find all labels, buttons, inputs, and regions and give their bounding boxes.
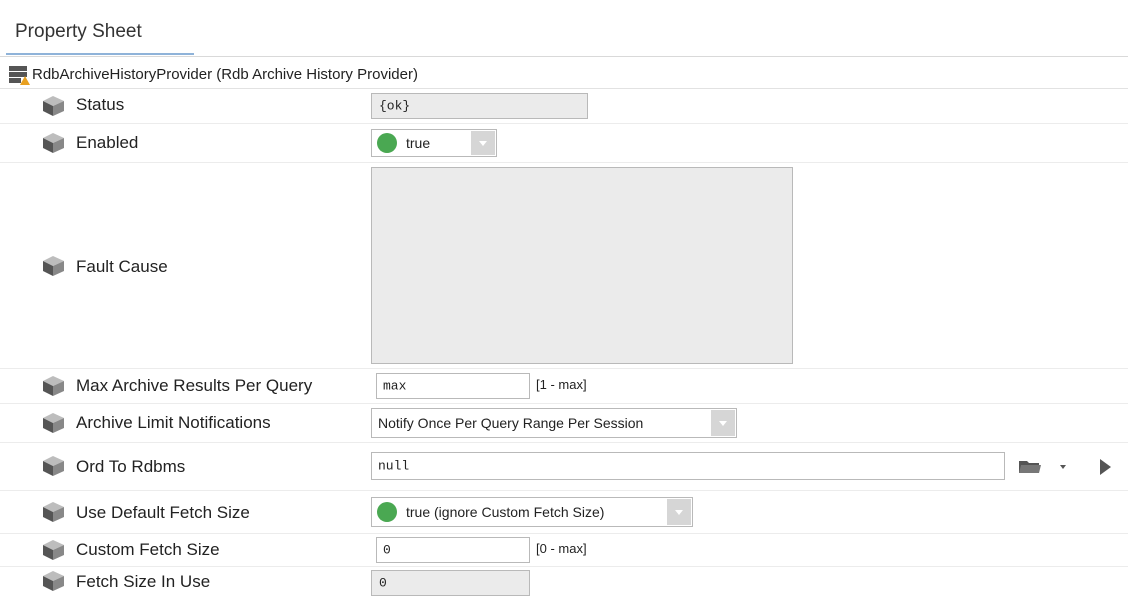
property-row-custom-fetch: Custom Fetch Size 0 [0 - max]: [0, 534, 1128, 567]
status-dot: [377, 502, 397, 522]
cube-icon: [43, 256, 64, 276]
range-hint: [0 - max]: [536, 541, 587, 556]
property-label: Fault Cause: [76, 257, 168, 276]
property-row-status: Status {ok}: [0, 89, 1128, 124]
property-row-limit-notifications: Archive Limit Notifications Notify Once …: [0, 404, 1128, 443]
use-default-fetch-select[interactable]: true (ignore Custom Fetch Size): [371, 497, 693, 527]
cube-icon: [43, 376, 64, 396]
property-label: Enabled: [76, 133, 139, 152]
cube-icon: [43, 133, 64, 153]
custom-fetch-input[interactable]: 0: [376, 537, 530, 563]
property-label: Custom Fetch Size: [76, 540, 220, 559]
range-hint: [1 - max]: [536, 377, 587, 392]
property-row-fetch-in-use: Fetch Size In Use 0: [0, 567, 1128, 596]
limit-notifications-select[interactable]: Notify Once Per Query Range Per Session: [371, 408, 737, 438]
property-label: Max Archive Results Per Query: [76, 376, 313, 395]
property-row-ord-to-rdbms: Ord To Rdbms null: [0, 443, 1128, 491]
property-row-enabled: Enabled true: [0, 124, 1128, 163]
chevron-down-icon[interactable]: [471, 131, 495, 155]
chevron-down-icon[interactable]: [711, 410, 735, 436]
property-label: Archive Limit Notifications: [76, 413, 271, 432]
cube-icon: [43, 540, 64, 560]
tab-property-sheet[interactable]: Property Sheet: [6, 8, 194, 55]
cube-icon: [43, 502, 64, 522]
property-label: Use Default Fetch Size: [76, 503, 250, 522]
chevron-down-icon[interactable]: [667, 499, 691, 525]
cube-icon: [43, 96, 64, 116]
ord-input[interactable]: null: [371, 452, 1005, 480]
component-title: RdbArchiveHistoryProvider (Rdb Archive H…: [32, 66, 418, 83]
max-results-input[interactable]: max: [376, 373, 530, 399]
fault-cause-textarea[interactable]: [371, 167, 793, 364]
chevron-down-icon[interactable]: [1058, 464, 1068, 470]
property-label: Status: [76, 95, 125, 114]
fetch-in-use-field: 0: [371, 570, 530, 596]
cube-icon: [43, 456, 64, 476]
property-label: Fetch Size In Use: [76, 572, 211, 591]
status-field: {ok}: [371, 93, 588, 119]
enabled-select[interactable]: true: [371, 129, 497, 157]
tab-bar: Property Sheet: [0, 0, 1128, 57]
property-label: Ord To Rdbms: [76, 457, 186, 476]
property-row-max-results: Max Archive Results Per Query max [1 - m…: [0, 369, 1128, 404]
component-header[interactable]: RdbArchiveHistoryProvider (Rdb Archive H…: [0, 61, 1128, 89]
status-dot: [377, 133, 397, 153]
property-row-fault-cause: Fault Cause: [0, 163, 1128, 369]
cube-icon: [43, 571, 64, 591]
play-icon[interactable]: [1097, 457, 1113, 477]
cube-icon: [43, 413, 64, 433]
database-icon: [9, 66, 30, 85]
folder-icon[interactable]: [1018, 458, 1042, 476]
property-row-use-default-fetch: Use Default Fetch Size true (ignore Cust…: [0, 491, 1128, 534]
